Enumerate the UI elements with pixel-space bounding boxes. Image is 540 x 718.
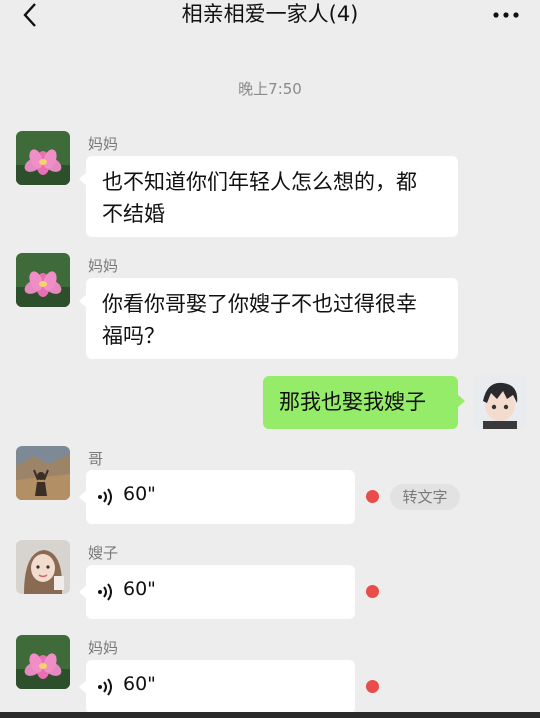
anime-boy-avatar-icon — [473, 375, 527, 429]
message-line: 你看你哥娶了你嫂子不也过得很幸 — [102, 292, 417, 316]
more-dots-icon — [493, 12, 519, 18]
my-message-bubble[interactable]: 那我也娶我嫂子 — [263, 376, 465, 429]
lotus-avatar-icon — [16, 253, 70, 307]
message-text: 那我也娶我嫂子 — [279, 390, 426, 414]
message-line: 也不知道你们年轻人怎么想的，都 — [102, 170, 417, 194]
message-bubble[interactable]: 也不知道你们年轻人怎么想的，都 不结婚 — [79, 156, 458, 237]
voice-message[interactable]: 60" — [79, 565, 355, 619]
voice-duration: 60" — [123, 673, 156, 695]
my-avatar[interactable] — [473, 375, 527, 429]
message-bubble[interactable]: 你看你哥娶了你嫂子不也过得很幸 福吗？ — [79, 278, 458, 359]
avatar[interactable] — [16, 253, 70, 307]
voice-wave-icon — [98, 583, 112, 601]
chat-header: 相亲相爱一家人(4) — [0, 0, 540, 32]
unread-dot — [366, 680, 379, 693]
voice-duration: 60" — [123, 578, 156, 600]
lotus-avatar-icon — [16, 635, 70, 689]
voice-message[interactable]: 60" — [79, 660, 355, 714]
sender-name: 哥 — [88, 450, 104, 468]
avatar[interactable] — [16, 131, 70, 185]
convert-to-text-button[interactable]: 转文字 — [390, 484, 460, 510]
more-button[interactable] — [488, 0, 524, 30]
sender-name: 妈妈 — [88, 639, 119, 657]
voice-wave-icon — [98, 488, 112, 506]
avatar[interactable] — [16, 446, 70, 500]
bottom-edge — [0, 712, 540, 718]
unread-dot — [366, 585, 379, 598]
avatar[interactable] — [16, 540, 70, 594]
avatar[interactable] — [16, 635, 70, 689]
voice-message[interactable]: 60" — [79, 470, 355, 524]
message-line: 不结婚 — [102, 202, 165, 226]
sender-name: 妈妈 — [88, 135, 119, 153]
message-timestamp: 晚上7:50 — [238, 80, 302, 98]
girl-avatar-icon — [16, 540, 70, 594]
message-line: 福吗？ — [102, 324, 165, 348]
lotus-avatar-icon — [16, 131, 70, 185]
desert-avatar-icon — [16, 446, 70, 500]
voice-duration: 60" — [123, 483, 156, 505]
unread-dot — [366, 490, 379, 503]
sender-name: 妈妈 — [88, 257, 119, 275]
chat-title: 相亲相爱一家人(4) — [181, 2, 359, 26]
sender-name: 嫂子 — [88, 544, 119, 562]
voice-wave-icon — [98, 678, 112, 696]
